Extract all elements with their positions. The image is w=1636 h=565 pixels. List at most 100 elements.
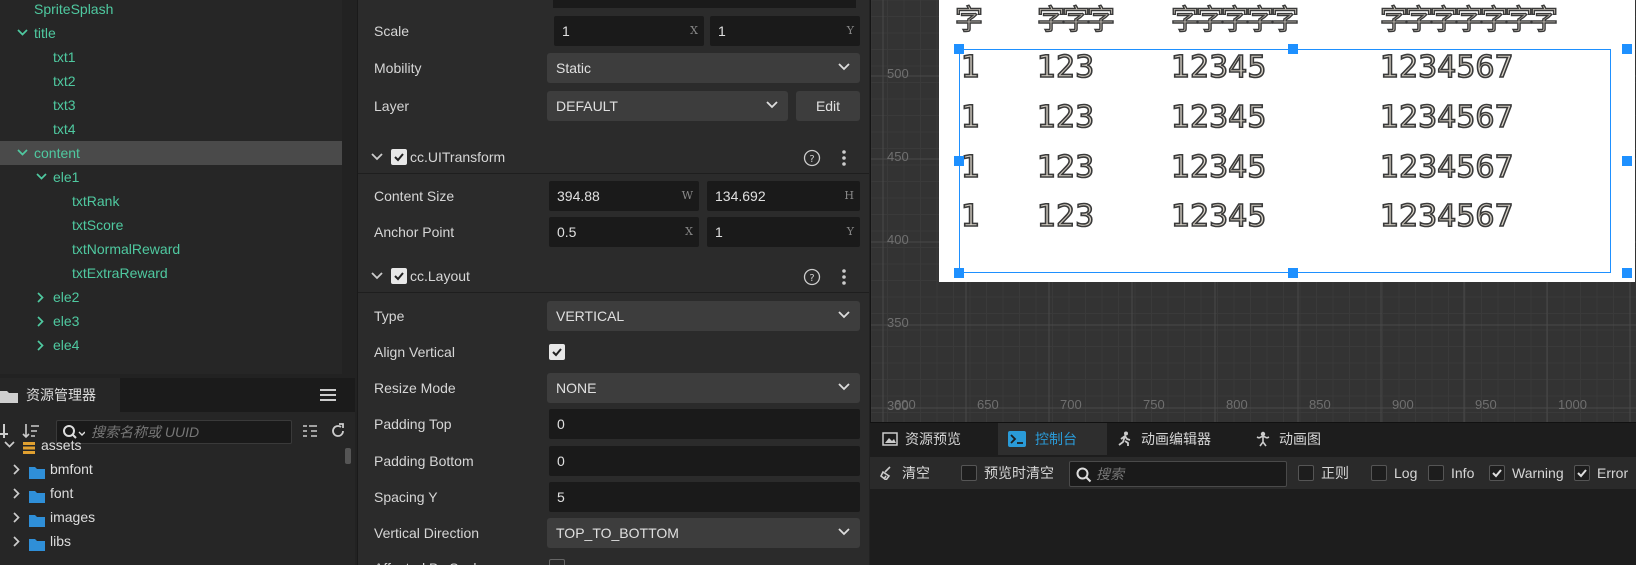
tree-node-ele2[interactable]: ele2 xyxy=(0,285,340,309)
resize-mode-select[interactable]: NONE xyxy=(547,373,860,403)
tree-node-title[interactable]: title xyxy=(0,21,340,45)
warning-checkbox[interactable] xyxy=(1489,465,1505,481)
more-icon[interactable] xyxy=(841,149,847,167)
layout-section-header[interactable]: cc.Layout ? xyxy=(358,259,869,293)
asset-item-libs[interactable]: libs xyxy=(0,529,340,553)
tree-node-txtscore[interactable]: txtScore xyxy=(0,213,340,237)
tree-node-spritesplash[interactable]: SpriteSplash xyxy=(0,0,340,21)
more-icon[interactable] xyxy=(841,268,847,286)
uitransform-title: cc.UITransform xyxy=(410,149,506,165)
regex-checkbox[interactable] xyxy=(1298,465,1314,481)
mobility-select[interactable]: Static xyxy=(547,53,860,83)
resize-handle[interactable] xyxy=(1288,44,1298,54)
log-checkbox[interactable] xyxy=(1371,465,1387,481)
chevron-down-icon xyxy=(838,311,850,319)
chevron-down-icon[interactable] xyxy=(17,21,29,45)
tree-node-txt4[interactable]: txt4 xyxy=(0,117,340,141)
asset-item-assets[interactable]: assets xyxy=(0,433,340,457)
chevron-down-icon xyxy=(838,528,850,536)
resize-handle[interactable] xyxy=(954,156,964,166)
y-suffix: Y xyxy=(846,24,854,37)
chevron-down-icon[interactable] xyxy=(371,272,383,280)
chevron-right-icon[interactable] xyxy=(36,333,48,357)
chevron-down-icon[interactable] xyxy=(36,165,48,189)
assets-scrollbar[interactable] xyxy=(345,448,351,464)
asset-item-images[interactable]: images xyxy=(0,505,340,529)
tree-node-txt2[interactable]: txt2 xyxy=(0,69,340,93)
resize-handle[interactable] xyxy=(954,268,964,278)
error-checkbox[interactable] xyxy=(1574,465,1590,481)
tree-node-txt3[interactable]: txt3 xyxy=(0,93,340,117)
x-suffix: X xyxy=(685,225,693,238)
asset-item-bmfont[interactable]: bmfont xyxy=(0,457,340,481)
resize-handle[interactable] xyxy=(1622,268,1632,278)
vertical-direction-select[interactable]: TOP_TO_BOTTOM xyxy=(547,518,860,548)
x-axis-tick: 900 xyxy=(1392,397,1414,412)
tree-node-txtnormalreward[interactable]: txtNormalReward xyxy=(0,237,340,261)
padding-top-input[interactable]: 0 xyxy=(549,409,860,439)
chevron-right-icon[interactable] xyxy=(12,505,24,529)
y-axis-tick: 350 xyxy=(887,315,909,330)
help-icon[interactable]: ? xyxy=(803,268,821,286)
tab-animation-editor[interactable]: 动画编辑器 xyxy=(1107,423,1243,455)
spacing-y-input[interactable]: 5 xyxy=(549,482,860,512)
menu-icon[interactable] xyxy=(320,388,336,402)
console-search-input[interactable] xyxy=(1096,465,1276,483)
tree-node-ele3[interactable]: ele3 xyxy=(0,309,340,333)
chevron-right-icon[interactable] xyxy=(12,529,24,553)
resize-handle[interactable] xyxy=(1622,44,1632,54)
tab-assets[interactable]: 资源管理器 xyxy=(0,378,120,412)
tree-node-label: ele2 xyxy=(53,289,80,305)
chevron-right-icon[interactable] xyxy=(12,481,24,505)
layer-select[interactable]: DEFAULT xyxy=(547,91,788,121)
clear-button[interactable]: 清空 xyxy=(880,457,940,489)
info-checkbox[interactable] xyxy=(1428,465,1444,481)
uitransform-enabled-checkbox[interactable] xyxy=(391,149,407,165)
content-height-input[interactable]: 134.692 H xyxy=(707,181,860,211)
chevron-down-icon[interactable] xyxy=(17,141,29,165)
header-label: 字 xyxy=(954,2,983,36)
header-label: 字字字字字字字 xyxy=(1379,2,1558,36)
tab-animation-graph[interactable]: 动画图 xyxy=(1243,423,1353,455)
affected-by-scale-checkbox[interactable] xyxy=(549,559,565,565)
tree-node-txtextrareward[interactable]: txtExtraReward xyxy=(0,261,340,285)
chevron-down-icon[interactable] xyxy=(371,153,383,161)
tab-asset-preview[interactable]: 资源预览 xyxy=(870,423,998,455)
broom-icon xyxy=(880,466,891,480)
tree-node-ele4[interactable]: ele4 xyxy=(0,333,340,357)
layer-edit-button[interactable]: Edit xyxy=(796,91,860,121)
resize-handle[interactable] xyxy=(954,44,964,54)
mobility-value: Static xyxy=(556,60,592,76)
selection-rect[interactable] xyxy=(959,49,1611,273)
tab-console[interactable]: 控制台 xyxy=(998,423,1107,455)
inspector-top-field[interactable] xyxy=(553,0,856,8)
anchor-y-input[interactable]: 1Y xyxy=(707,217,860,247)
layout-type-select[interactable]: VERTICAL xyxy=(547,301,860,331)
align-vertical-checkbox[interactable] xyxy=(549,344,565,360)
chevron-right-icon[interactable] xyxy=(36,309,48,333)
chevron-down-icon[interactable] xyxy=(4,433,16,457)
resize-handle[interactable] xyxy=(1288,268,1298,278)
anchor-x-input[interactable]: 0.5 X xyxy=(549,217,699,247)
padding-bottom-input[interactable]: 0 xyxy=(549,446,860,476)
scene-view[interactable]: 字字字字 字字字字字 字字字字字字字 1 123 12345 1234567 1 123 1234… xyxy=(870,0,1636,422)
layout-enabled-checkbox[interactable] xyxy=(391,268,407,284)
uitransform-section-header[interactable]: cc.UITransform ? xyxy=(358,140,869,174)
resize-handle[interactable] xyxy=(1622,156,1632,166)
scale-y-input[interactable]: 1Y xyxy=(710,16,860,46)
padding-bottom-label: Padding Bottom xyxy=(374,453,474,469)
tree-node-content[interactable]: content xyxy=(0,141,342,165)
console-search-field[interactable] xyxy=(1069,461,1287,487)
tree-node-txt1[interactable]: txt1 xyxy=(0,45,340,69)
tree-node-txtrank[interactable]: txtRank xyxy=(0,189,340,213)
asset-item-font[interactable]: font xyxy=(0,481,340,505)
help-icon[interactable]: ? xyxy=(803,149,821,167)
content-width-input[interactable]: 394.88 W xyxy=(549,181,699,211)
chevron-right-icon[interactable] xyxy=(36,285,48,309)
chevron-right-icon[interactable] xyxy=(12,457,24,481)
scale-x-input[interactable]: 1X xyxy=(554,16,704,46)
chevron-down-icon xyxy=(838,383,850,391)
x-axis-tick: 750 xyxy=(1143,397,1165,412)
tree-node-ele1[interactable]: ele1 xyxy=(0,165,340,189)
clear-on-preview-checkbox[interactable] xyxy=(961,465,977,481)
